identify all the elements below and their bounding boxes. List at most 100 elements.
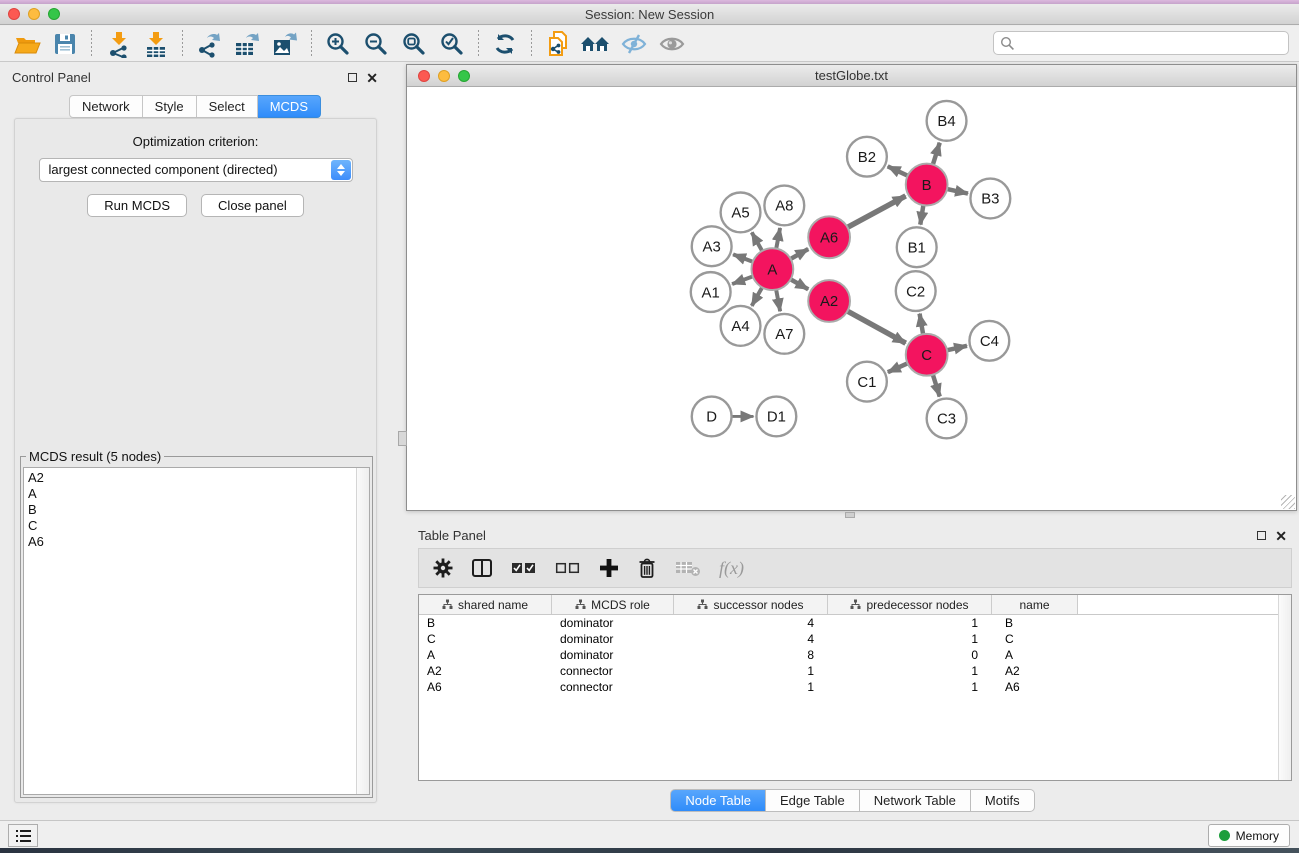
graph-node-A5[interactable]: A5: [721, 193, 761, 233]
result-list-item[interactable]: A: [24, 486, 355, 502]
select-all-button[interactable]: [511, 553, 537, 583]
tab-mcds[interactable]: MCDS: [258, 95, 321, 118]
table-cell[interactable]: A6: [992, 679, 1078, 695]
table-scrollbar[interactable]: [1278, 595, 1291, 780]
graph-node-A4[interactable]: A4: [721, 306, 761, 346]
table-cell[interactable]: A: [992, 647, 1078, 663]
tab-motifs[interactable]: Motifs: [971, 789, 1035, 812]
graph-node-A6[interactable]: A6: [808, 216, 850, 258]
table-cell[interactable]: dominator: [552, 615, 674, 631]
graph-node-C4[interactable]: C4: [969, 321, 1009, 361]
table-cell[interactable]: dominator: [552, 631, 674, 647]
table-cell[interactable]: [1078, 631, 1291, 647]
network-minimize-button[interactable]: [438, 70, 450, 82]
save-session-button[interactable]: [46, 29, 84, 59]
table-cell[interactable]: A: [419, 647, 552, 663]
table-cell[interactable]: A2: [992, 663, 1078, 679]
table-cell[interactable]: dominator: [552, 647, 674, 663]
table-cell[interactable]: [1078, 679, 1291, 695]
zoom-fit-button[interactable]: [395, 29, 433, 59]
column-header-predecessor-nodes[interactable]: predecessor nodes: [828, 595, 992, 614]
table-cell[interactable]: C: [992, 631, 1078, 647]
table-row[interactable]: Adominator80A: [419, 647, 1291, 663]
edge-A6-B[interactable]: [847, 196, 906, 228]
edge-B-B2[interactable]: [888, 166, 909, 176]
close-panel-icon[interactable]: ✕: [1275, 531, 1287, 541]
zoom-out-button[interactable]: [357, 29, 395, 59]
network-window-titlebar[interactable]: testGlobe.txt: [407, 65, 1296, 87]
graph-node-B1[interactable]: B1: [897, 227, 937, 267]
first-neighbors-button[interactable]: [577, 29, 615, 59]
table-settings-button[interactable]: [433, 553, 453, 583]
task-history-button[interactable]: [8, 824, 38, 847]
graph-node-C[interactable]: C: [906, 334, 948, 376]
zoom-in-button[interactable]: [319, 29, 357, 59]
result-list-scrollbar[interactable]: [356, 468, 369, 794]
table-cell[interactable]: [1078, 663, 1291, 679]
edge-A-A2[interactable]: [790, 279, 809, 289]
deselect-all-button[interactable]: [555, 553, 581, 583]
table-cell[interactable]: [1078, 647, 1291, 663]
graph-node-A3[interactable]: A3: [692, 226, 732, 266]
table-cell[interactable]: 1: [674, 663, 828, 679]
close-panel-button[interactable]: Close panel: [201, 194, 304, 217]
table-cell[interactable]: A6: [419, 679, 552, 695]
clone-network-button[interactable]: [539, 29, 577, 59]
search-field[interactable]: [993, 31, 1289, 55]
edge-A-A1[interactable]: [732, 276, 754, 284]
network-close-button[interactable]: [418, 70, 430, 82]
table-cell[interactable]: B: [992, 615, 1078, 631]
export-network-button[interactable]: [190, 29, 228, 59]
graph-node-A7[interactable]: A7: [764, 314, 804, 354]
table-row[interactable]: A2connector11A2: [419, 663, 1291, 679]
result-list-item[interactable]: B: [24, 502, 355, 518]
graph-node-C3[interactable]: C3: [927, 399, 967, 439]
mcds-result-list[interactable]: A2ABCA6: [23, 467, 370, 795]
show-all-button[interactable]: [653, 29, 691, 59]
edge-A-A6[interactable]: [790, 249, 809, 259]
resize-grip[interactable]: [1281, 495, 1295, 509]
network-canvas[interactable]: B4B2BB3A8A5A6A3B1AA1C2A2A4A7C4CC1C3DD1: [407, 88, 1296, 510]
apply-function-button[interactable]: f(x): [719, 553, 744, 583]
table-cell[interactable]: 1: [828, 631, 992, 647]
network-zoom-button[interactable]: [458, 70, 470, 82]
edge-A-A5[interactable]: [752, 232, 763, 251]
graph-node-A2[interactable]: A2: [808, 280, 850, 322]
tab-style[interactable]: Style: [143, 95, 197, 118]
float-panel-icon[interactable]: [348, 73, 357, 82]
table-cell[interactable]: 8: [674, 647, 828, 663]
close-panel-icon[interactable]: ✕: [366, 73, 378, 83]
column-header-name[interactable]: name: [992, 595, 1078, 614]
search-input[interactable]: [1015, 36, 1282, 51]
refresh-layout-button[interactable]: [486, 29, 524, 59]
edge-A-A8[interactable]: [776, 228, 780, 250]
table-row[interactable]: Cdominator41C: [419, 631, 1291, 647]
close-window-button[interactable]: [8, 8, 20, 20]
graph-node-C2[interactable]: C2: [896, 271, 936, 311]
graph-node-A8[interactable]: A8: [764, 186, 804, 226]
edge-A-A4[interactable]: [752, 286, 763, 305]
export-image-button[interactable]: [266, 29, 304, 59]
table-cell[interactable]: connector: [552, 663, 674, 679]
minimize-window-button[interactable]: [28, 8, 40, 20]
edge-A-A3[interactable]: [733, 254, 754, 262]
edge-C-C1[interactable]: [888, 363, 909, 372]
show-columns-button[interactable]: [471, 553, 493, 583]
edge-A-A7[interactable]: [776, 289, 780, 312]
edge-B-B4[interactable]: [933, 143, 940, 166]
table-row[interactable]: Bdominator41B: [419, 615, 1291, 631]
add-column-button[interactable]: [599, 553, 619, 583]
table-cell[interactable]: C: [419, 631, 552, 647]
table-row[interactable]: A6connector11A6: [419, 679, 1291, 695]
table-cell[interactable]: B: [419, 615, 552, 631]
memory-button[interactable]: Memory: [1208, 824, 1290, 847]
graph-node-A1[interactable]: A1: [691, 272, 731, 312]
edge-A2-C[interactable]: [847, 311, 906, 344]
table-cell[interactable]: A2: [419, 663, 552, 679]
table-cell[interactable]: 4: [674, 615, 828, 631]
graph-node-C1[interactable]: C1: [847, 362, 887, 402]
column-header-shared-name[interactable]: shared name: [419, 595, 552, 614]
delete-column-button[interactable]: [637, 553, 657, 583]
table-cell[interactable]: 0: [828, 647, 992, 663]
import-network-button[interactable]: [99, 29, 137, 59]
